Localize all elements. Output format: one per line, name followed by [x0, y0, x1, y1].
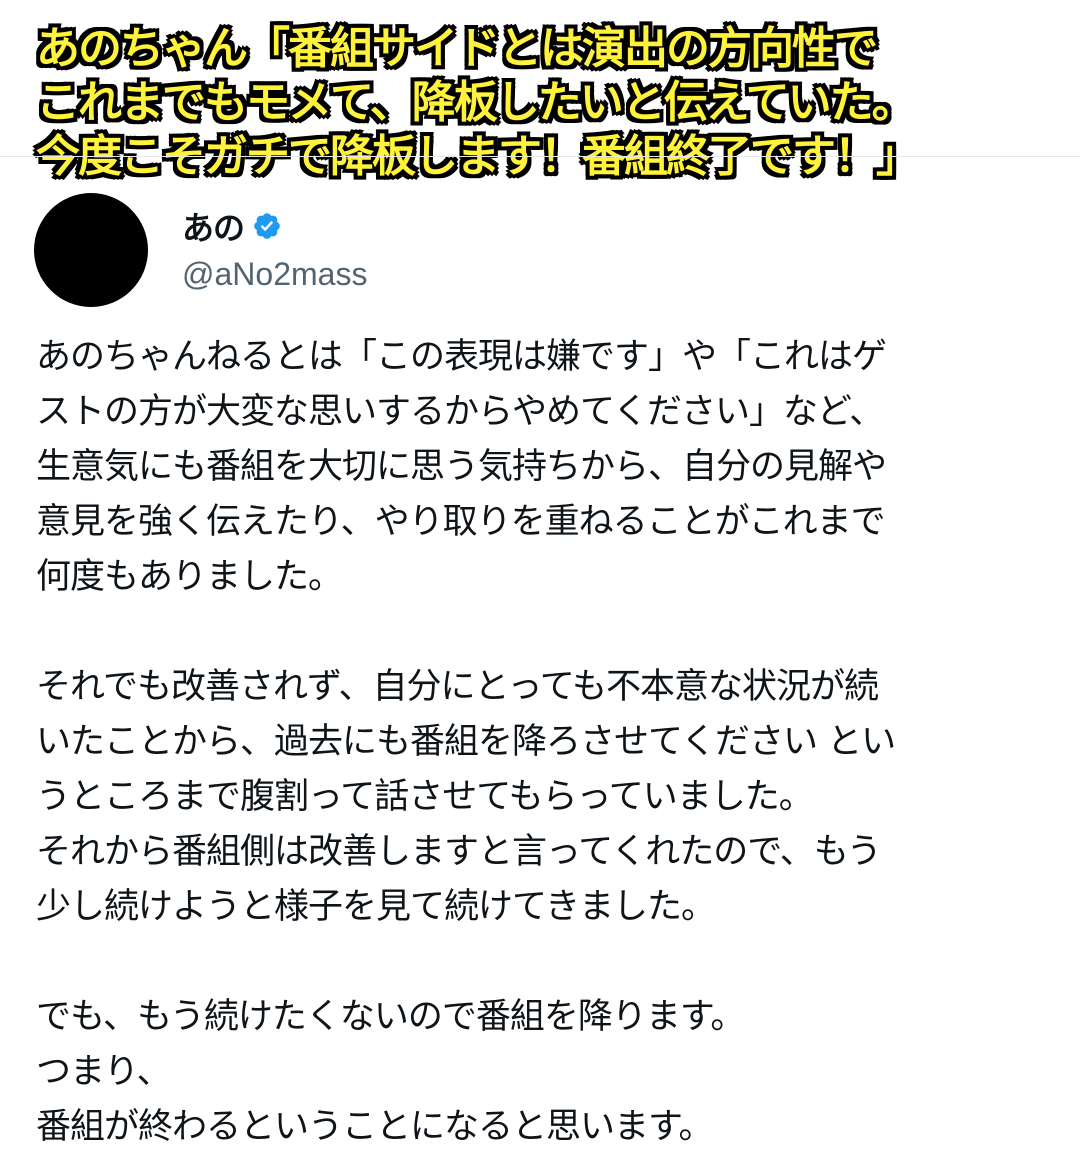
- divider: [0, 156, 1080, 157]
- tweet-line: 番組が終わるということになると思います。: [36, 1107, 714, 1147]
- tweet-line: いたことから、過去にも番組を降ろさせてください とい: [36, 722, 896, 762]
- tweet-paragraph: あのちゃんねるとは「この表現は嫌です」や「これはゲ ストの方が大変な思いするから…: [36, 330, 1046, 605]
- tweet-line: ストの方が大変な思いするからやめてください」など、: [36, 392, 884, 432]
- tweet-line: 少し続けようと様子を見て続けてきました。: [36, 887, 716, 927]
- tweet-line: それから番組側は改善しますと言ってくれたので、もう: [36, 832, 882, 872]
- headline-line: 今度こそガチで降板します！番組終了です！」: [36, 131, 920, 182]
- tweet-line: 意見を強く伝えたり、やり取りを重ねることがこれまで: [36, 502, 886, 542]
- tweet-paragraph: それでも改善されず、自分にとっても不本意な状況が続 いたことから、過去にも番組を…: [36, 660, 1046, 935]
- tweet-paragraph: でも、もう続けたくないので番組を降ります。 つまり、 番組が終わるということにな…: [36, 990, 1046, 1155]
- tweet-text: あのちゃんねるとは「この表現は嫌です」や「これはゲ ストの方が大変な思いするから…: [36, 330, 1046, 1155]
- tweet-line: つまり、: [36, 1052, 172, 1092]
- tweet-line: 生意気にも番組を大切に思う気持ちから、自分の見解や: [36, 447, 887, 487]
- headline-line: あのちゃん「番組サイドとは演出の方向性で: [36, 23, 878, 74]
- author-name-row: あの: [182, 202, 367, 250]
- author-handle[interactable]: @aNo2mass: [182, 254, 367, 294]
- headline-line: これまでもモメて、降板したいと伝えていた。: [36, 77, 916, 128]
- tweet-line: それでも改善されず、自分にとっても不本意な状況が続: [36, 667, 879, 707]
- verified-badge-icon[interactable]: [252, 211, 282, 241]
- tweet-line: うところまで腹割って話させてもらっていました。: [36, 777, 814, 817]
- avatar[interactable]: [34, 193, 148, 307]
- tweet-line: あのちゃんねるとは「この表現は嫌です」や「これはゲ: [36, 337, 887, 377]
- headline-caption: あのちゃん「番組サイドとは演出の方向性で これまでもモメて、降板したいと伝えてい…: [36, 22, 1076, 184]
- tweet-author: あの @aNo2mass: [182, 202, 367, 294]
- tweet-line: でも、もう続けたくないので番組を降ります。: [36, 997, 745, 1037]
- author-display-name[interactable]: あの: [182, 203, 245, 249]
- tweet-line: 何度もありました。: [36, 557, 343, 597]
